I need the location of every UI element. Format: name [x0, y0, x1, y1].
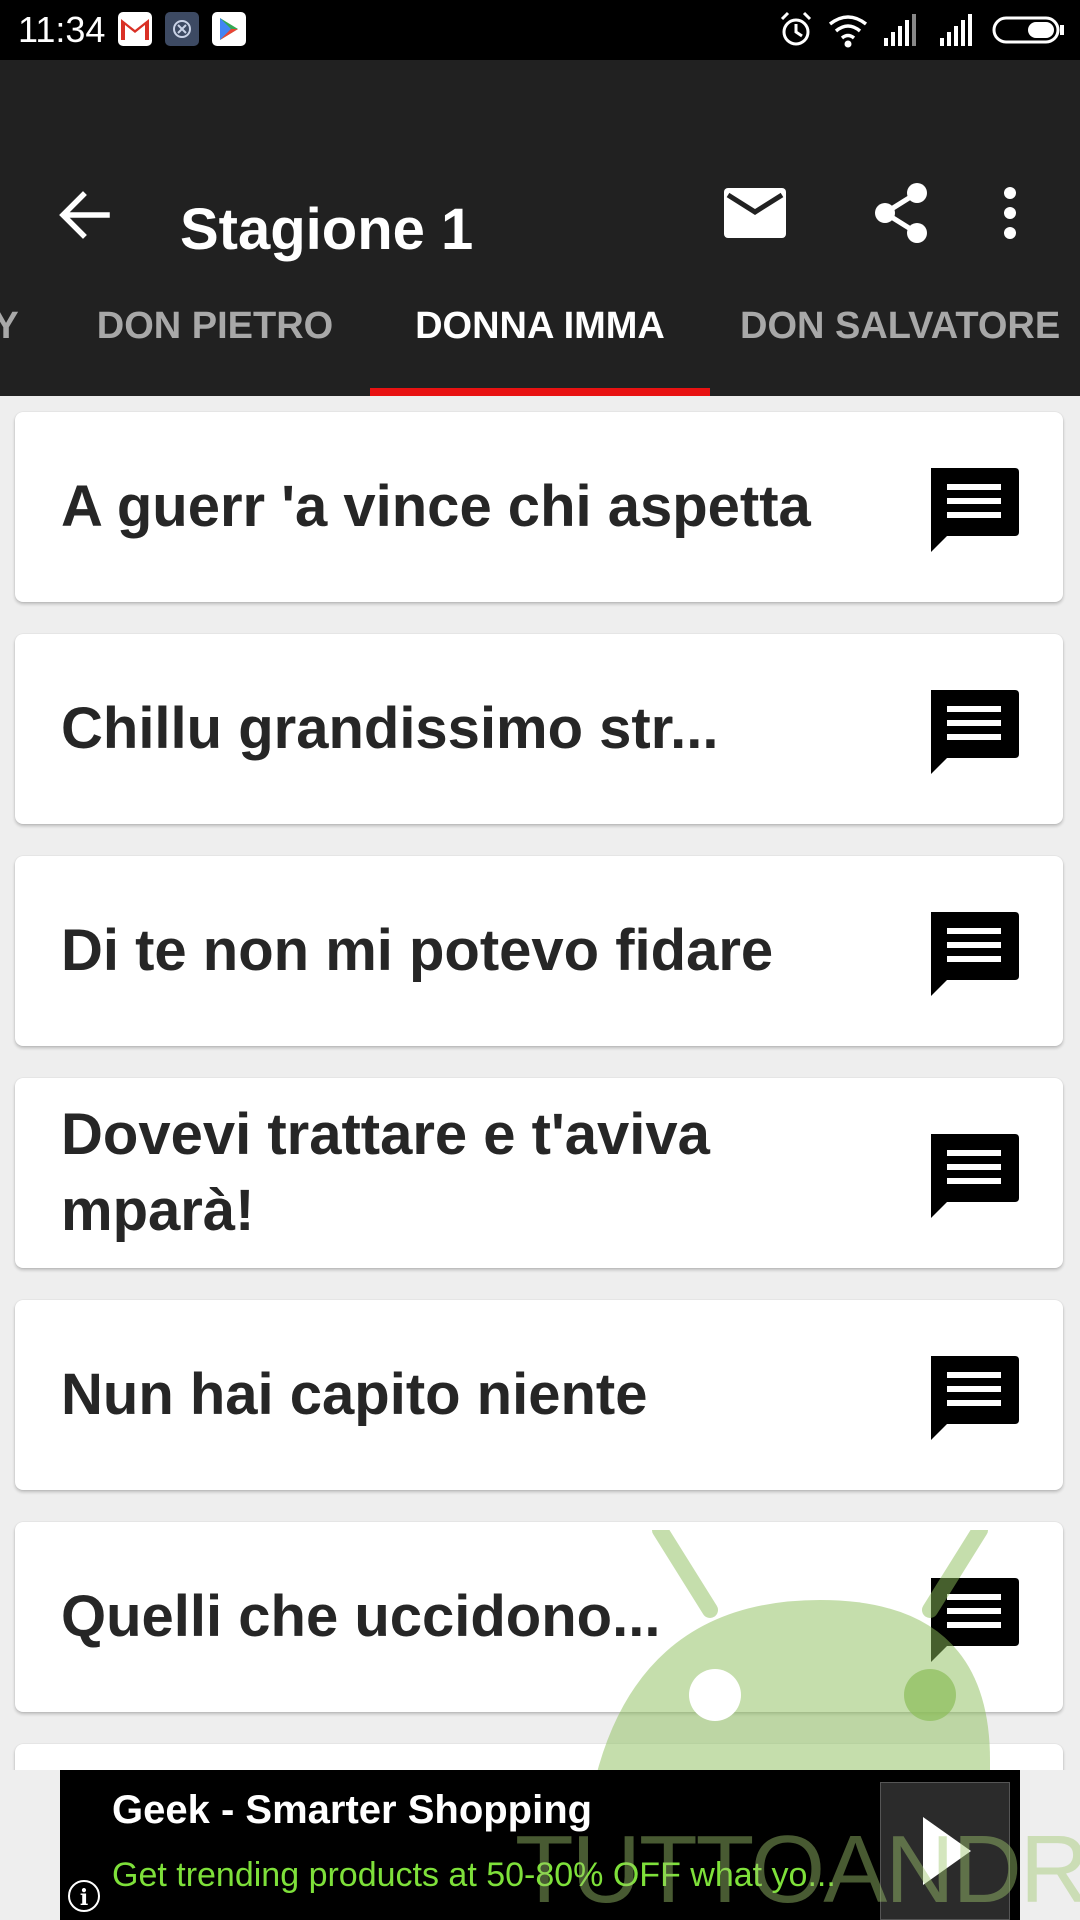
- list-item[interactable]: Chillu grandissimo str...: [15, 634, 1063, 824]
- play-store-icon: [212, 12, 246, 46]
- list-item-text: Di te non mi potevo fidare: [61, 918, 774, 983]
- photo-gallery-icon: [165, 12, 199, 46]
- message-icon: [931, 1356, 1019, 1440]
- battery-icon: [992, 10, 1066, 50]
- list-item-text: Nun hai capito niente: [61, 1362, 648, 1427]
- app-bar: Stagione 1 Y DON PIETRO DONNA IMMA DON S…: [0, 60, 1080, 396]
- ad-title: Geek - Smarter Shopping: [112, 1788, 593, 1832]
- ad-description: Get trending products at 50-80% OFF what…: [112, 1856, 836, 1894]
- ad-open-button[interactable]: [880, 1782, 1010, 1920]
- quote-list: A guerr 'a vince chi aspetta Chillu gran…: [0, 396, 1080, 1770]
- gmail-icon: [118, 12, 152, 46]
- message-icon: [931, 690, 1019, 774]
- ad-info-icon[interactable]: i: [68, 1880, 100, 1912]
- list-item-text: Dovevi trattare e t'aviva mparà!: [61, 1102, 710, 1243]
- back-button[interactable]: [40, 170, 130, 260]
- tab-partial[interactable]: Y: [0, 272, 26, 396]
- status-time: 11:34: [18, 9, 106, 50]
- mail-icon: [724, 188, 786, 238]
- message-icon: [931, 912, 1019, 996]
- tab-indicator: [370, 388, 710, 396]
- more-vert-icon: [1004, 187, 1016, 239]
- tab-donna-imma[interactable]: DONNA IMMA: [370, 272, 710, 396]
- ad-banner[interactable]: Geek - Smarter Shopping Get trending pro…: [60, 1770, 1020, 1920]
- signal-icon: [880, 10, 920, 50]
- list-item[interactable]: Nun hai capito niente: [15, 1300, 1063, 1490]
- message-icon: [931, 1578, 1019, 1662]
- back-arrow-icon: [59, 191, 110, 239]
- list-item[interactable]: A guerr 'a vince chi aspetta: [15, 412, 1063, 602]
- list-item[interactable]: Di te non mi potevo fidare: [15, 856, 1063, 1046]
- tab-don-pietro[interactable]: DON PIETRO: [80, 272, 350, 396]
- list-item-text: Chillu grandissimo str...: [61, 696, 719, 761]
- more-options-button[interactable]: [980, 168, 1040, 258]
- list-item-text: A guerr 'a vince chi aspetta: [61, 474, 811, 539]
- play-arrow-icon: [923, 1817, 971, 1885]
- signal-icon: [936, 10, 976, 50]
- alarm-icon: [778, 10, 814, 50]
- list-item[interactable]: Dovevi trattare e t'aviva mparà!: [15, 1078, 1063, 1268]
- message-icon: [931, 468, 1019, 552]
- mail-button[interactable]: [710, 168, 800, 258]
- status-bar: 11:34: [0, 0, 1080, 60]
- wifi-icon: [826, 10, 870, 50]
- tab-don-salvatore[interactable]: DON SALVATORE: [740, 272, 1080, 396]
- tab-bar: Y DON PIETRO DONNA IMMA DON SALVATORE: [0, 272, 1080, 396]
- share-button[interactable]: [856, 168, 946, 258]
- page-title: Stagione 1: [180, 197, 474, 262]
- message-icon: [931, 1134, 1019, 1218]
- list-item[interactable]: Quelli che uccidono...: [15, 1522, 1063, 1712]
- list-item-partial[interactable]: [15, 1744, 1063, 1770]
- list-item-text: Quelli che uccidono...: [61, 1584, 661, 1649]
- share-icon: [875, 183, 927, 243]
- app-screen: 11:34 Stagione 1 Y DON PIETRO DONNA IMMA…: [0, 0, 1080, 1920]
